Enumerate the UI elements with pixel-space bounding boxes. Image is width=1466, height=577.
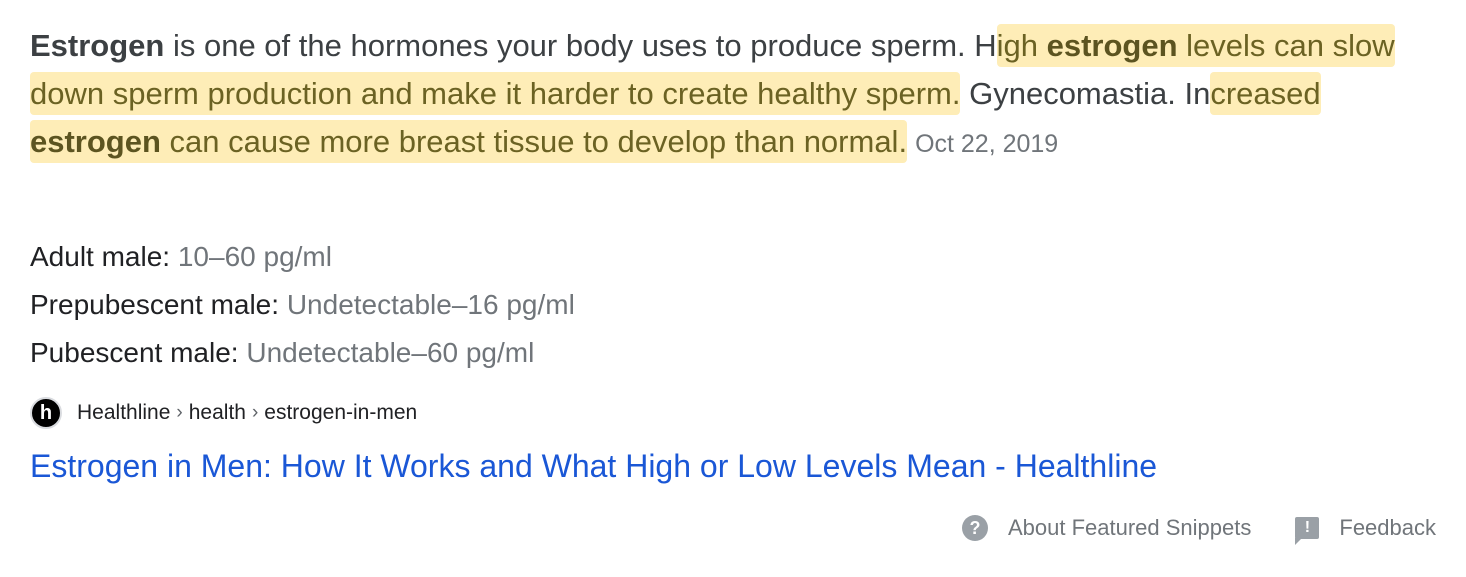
highlight-text: igh — [996, 28, 1047, 63]
fact-key: Prepubescent male: — [30, 289, 280, 320]
about-featured-snippets-label: About Featured Snippets — [1007, 515, 1252, 540]
snippet-date: Oct 22, 2019 — [915, 130, 1059, 158]
snippet-text: Gynecomastia. In — [960, 76, 1211, 111]
feedback-button[interactable]: ! Feedback — [1295, 515, 1436, 545]
healthline-favicon-icon: h — [30, 397, 62, 429]
snippet-footer: ? About Featured Snippets ! Feedback — [961, 515, 1436, 545]
highlight-text: creased — [1210, 76, 1321, 111]
source-breadcrumb[interactable]: h Healthline › health › estrogen-in-men — [30, 397, 418, 429]
snippet-bold-term: Estrogen — [30, 28, 165, 63]
source-site-name: Healthline — [77, 401, 171, 424]
snippet-bold-term: estrogen — [1046, 28, 1178, 63]
highlight-text: can cause more breast tissue to develop … — [160, 124, 908, 159]
breadcrumb-item: estrogen-in-men — [264, 401, 418, 424]
feedback-icon: ! — [1295, 517, 1320, 545]
help-icon: ? — [961, 515, 988, 541]
result-title-link[interactable]: Estrogen in Men: How It Works and What H… — [30, 444, 1157, 488]
feedback-label: Feedback — [1339, 515, 1436, 540]
fact-row: Prepubescent male: Undetectable–16 pg/ml — [30, 281, 575, 329]
breadcrumb-separator: › — [251, 402, 259, 423]
facts-list: Adult male: 10–60 pg/ml Prepubescent mal… — [30, 233, 575, 377]
fact-value: Undetectable–16 pg/ml — [286, 289, 575, 320]
snippet-bold-term: estrogen — [30, 124, 161, 159]
snippet-text: is one of the hormones your body uses to… — [164, 28, 997, 63]
breadcrumb-item: health — [188, 401, 246, 424]
featured-snippet-text: Estrogen is one of the hormones your bod… — [30, 22, 1440, 168]
breadcrumb-separator: › — [176, 402, 183, 423]
fact-value: 10–60 pg/ml — [177, 241, 332, 272]
fact-row: Pubescent male: Undetectable–60 pg/ml — [30, 329, 575, 377]
fact-key: Adult male: — [30, 241, 171, 272]
fact-row: Adult male: 10–60 pg/ml — [30, 233, 575, 281]
about-featured-snippets-button[interactable]: ? About Featured Snippets — [961, 515, 1252, 541]
fact-value: Undetectable–60 pg/ml — [246, 337, 535, 368]
fact-key: Pubescent male: — [30, 337, 239, 368]
